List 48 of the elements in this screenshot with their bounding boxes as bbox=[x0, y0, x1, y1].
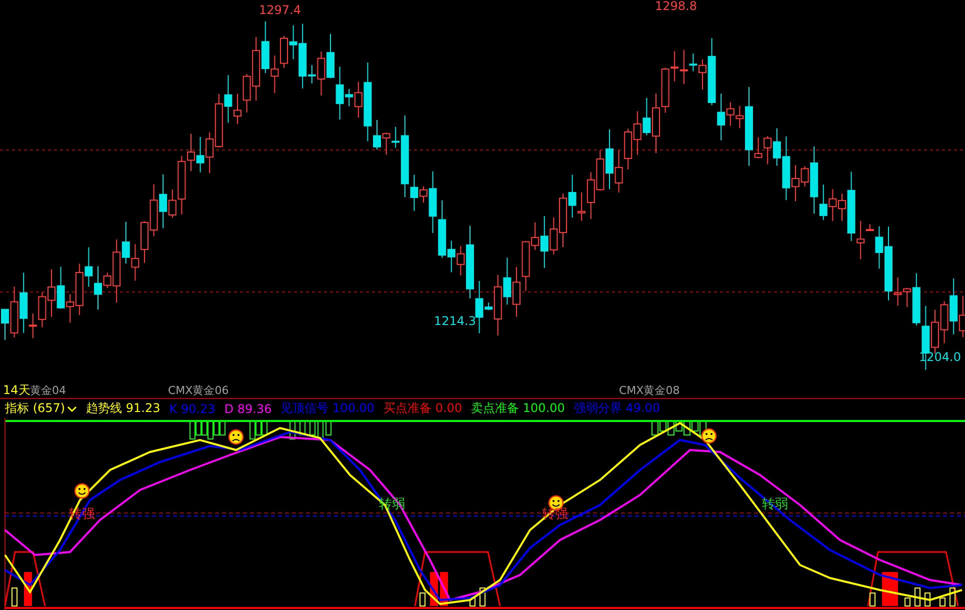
legend-value: 趋势线 91.23 bbox=[86, 400, 160, 417]
candlestick bbox=[38, 292, 46, 328]
legend-value: 卖点准备 100.00 bbox=[471, 400, 565, 417]
frown-face-icon bbox=[228, 429, 244, 445]
chevron-down-icon bbox=[67, 404, 78, 412]
outline-bar bbox=[950, 588, 956, 606]
candlestick bbox=[950, 278, 958, 335]
contract-label: 黄金04 bbox=[30, 383, 66, 398]
legend-value: D 89.36 bbox=[224, 402, 272, 416]
frown-face-icon bbox=[701, 428, 717, 444]
candlestick bbox=[940, 300, 948, 344]
outline-bar bbox=[914, 588, 920, 606]
candlestick bbox=[206, 132, 214, 174]
indicator-selector[interactable]: 指标 (657) bbox=[5, 400, 78, 417]
candlestick bbox=[624, 128, 632, 170]
candlestick bbox=[382, 132, 390, 156]
outline-bar bbox=[924, 592, 930, 606]
price-label: 1297.4 bbox=[259, 3, 301, 17]
price-label: 1214.3 bbox=[434, 314, 476, 328]
candlestick bbox=[764, 136, 772, 165]
period-label: 14天 bbox=[3, 382, 30, 399]
contract-label: CMX黄金06 bbox=[168, 383, 229, 398]
candlestick bbox=[131, 244, 140, 282]
price-label: 1298.8 bbox=[655, 0, 697, 13]
contract-label: CMX黄金08 bbox=[619, 383, 680, 398]
candlestick bbox=[614, 150, 623, 193]
smiley-icon bbox=[74, 483, 90, 499]
legend-value: 见顶信号 100.00 bbox=[280, 400, 375, 417]
outline-bar bbox=[870, 592, 876, 606]
legend-value: 买点准备 0.00 bbox=[384, 400, 462, 417]
candlestick bbox=[270, 55, 279, 94]
candlestick bbox=[150, 184, 158, 237]
outline-bar bbox=[12, 588, 18, 606]
outline-bar bbox=[420, 592, 426, 606]
outline-bar bbox=[904, 598, 910, 606]
candlestick bbox=[633, 110, 642, 156]
candlestick bbox=[550, 216, 558, 255]
candlestick bbox=[261, 20, 270, 74]
candlestick bbox=[84, 246, 93, 288]
candlestick bbox=[503, 257, 512, 306]
candlestick bbox=[214, 94, 223, 148]
legend-value: 强弱分界 49.00 bbox=[574, 400, 660, 417]
legend-value: K 90.23 bbox=[169, 402, 216, 416]
outline-bar bbox=[480, 588, 486, 606]
outline-bar bbox=[470, 598, 476, 606]
outline-bar bbox=[940, 598, 946, 606]
candlestick bbox=[196, 136, 204, 173]
candlestick bbox=[828, 188, 837, 222]
